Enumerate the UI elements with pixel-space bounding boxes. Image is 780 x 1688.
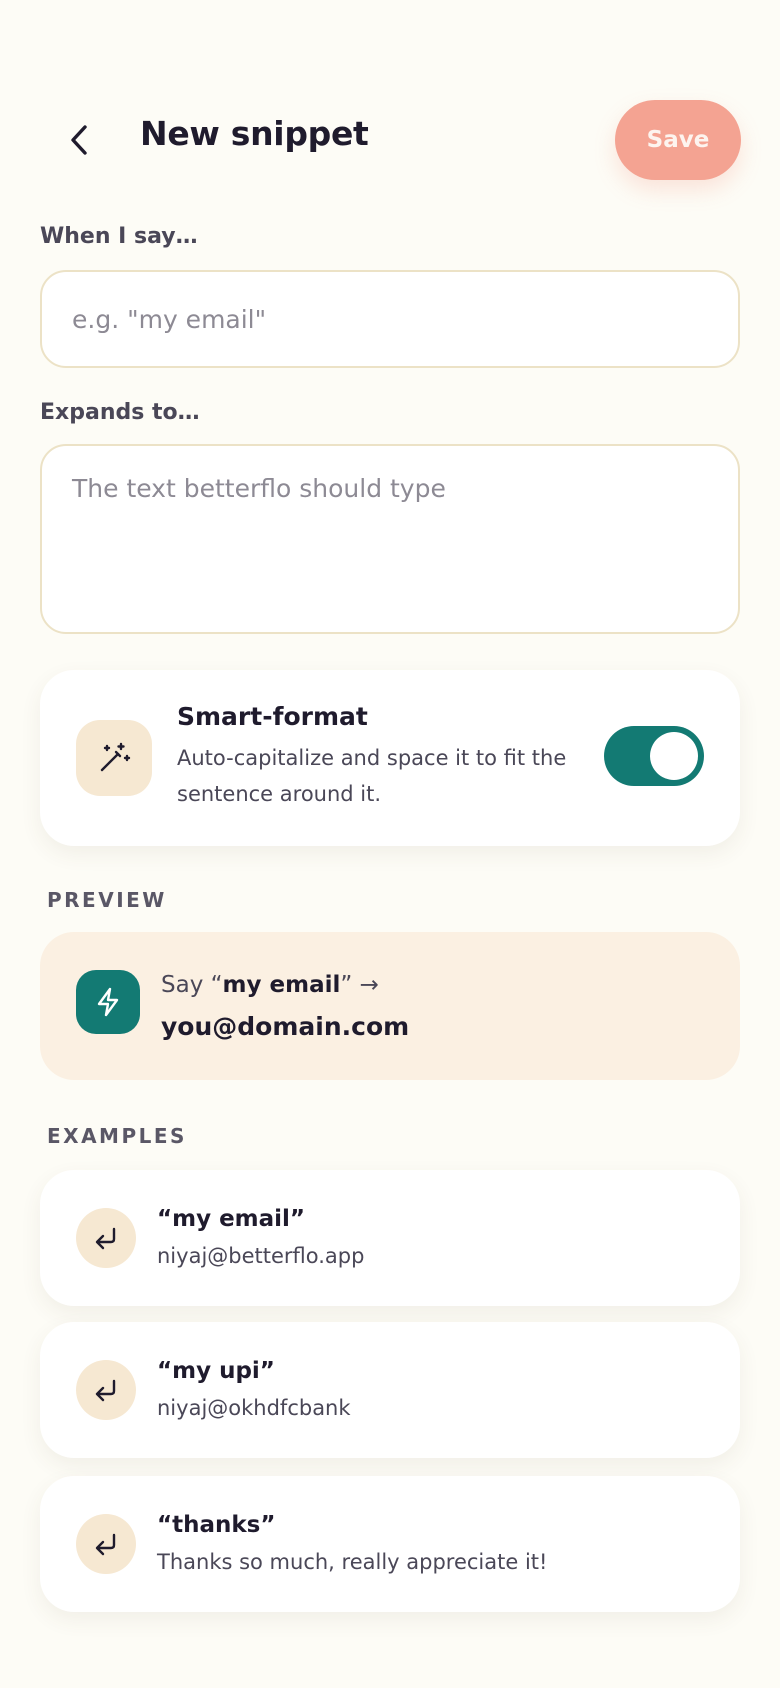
preview-say-suffix: ” →	[340, 972, 379, 998]
example-trigger: “my upi”	[157, 1358, 275, 1384]
preview-result: you@domain.com	[161, 1012, 410, 1041]
lightning-icon	[97, 987, 119, 1017]
preview-say-prefix: Say “	[161, 972, 223, 998]
preview-icon-tile	[76, 970, 140, 1034]
trigger-label: When I say…	[40, 224, 198, 249]
expansion-label: Expands to…	[40, 400, 200, 425]
smart-format-title: Smart-format	[177, 702, 368, 731]
trigger-input[interactable]	[40, 270, 740, 368]
page-title: New snippet	[140, 114, 369, 153]
chevron-left-icon	[71, 125, 87, 155]
examples-section-label: EXAMPLES	[47, 1124, 187, 1148]
return-arrow-icon	[95, 1533, 116, 1556]
preview-phrase: my email	[222, 972, 341, 998]
example-item[interactable]: “my email” niyaj@betterflo.app	[40, 1170, 740, 1306]
save-button[interactable]: Save	[615, 100, 741, 180]
return-arrow-icon	[95, 1227, 116, 1250]
example-expansion: Thanks so much, really appreciate it!	[157, 1550, 548, 1574]
example-trigger: “thanks”	[157, 1512, 276, 1538]
back-button[interactable]	[56, 116, 104, 164]
example-trigger: “my email”	[157, 1206, 306, 1232]
smart-format-card: Smart-format Auto-capitalize and space i…	[40, 670, 740, 846]
example-item[interactable]: “my upi” niyaj@okhdfcbank	[40, 1322, 740, 1458]
toggle-knob	[650, 732, 698, 780]
example-expansion: niyaj@okhdfcbank	[157, 1396, 351, 1420]
smart-format-toggle[interactable]	[604, 726, 704, 786]
example-icon	[76, 1208, 136, 1268]
example-icon	[76, 1360, 136, 1420]
example-icon	[76, 1514, 136, 1574]
preview-section-label: PREVIEW	[47, 888, 167, 912]
smart-format-icon-tile	[76, 720, 152, 796]
preview-card: Say “my email” → you@domain.com	[40, 932, 740, 1080]
example-item[interactable]: “thanks” Thanks so much, really apprecia…	[40, 1476, 740, 1612]
magic-wand-icon	[100, 742, 131, 772]
expansion-textarea[interactable]	[40, 444, 740, 634]
preview-phrase-line: Say “my email” →	[161, 972, 379, 998]
example-expansion: niyaj@betterflo.app	[157, 1244, 365, 1268]
return-arrow-icon	[95, 1379, 116, 1402]
smart-format-description: Auto-capitalize and space it to fit the …	[177, 746, 567, 806]
new-snippet-screen: New snippet Save When I say… Expands to……	[0, 0, 780, 1688]
